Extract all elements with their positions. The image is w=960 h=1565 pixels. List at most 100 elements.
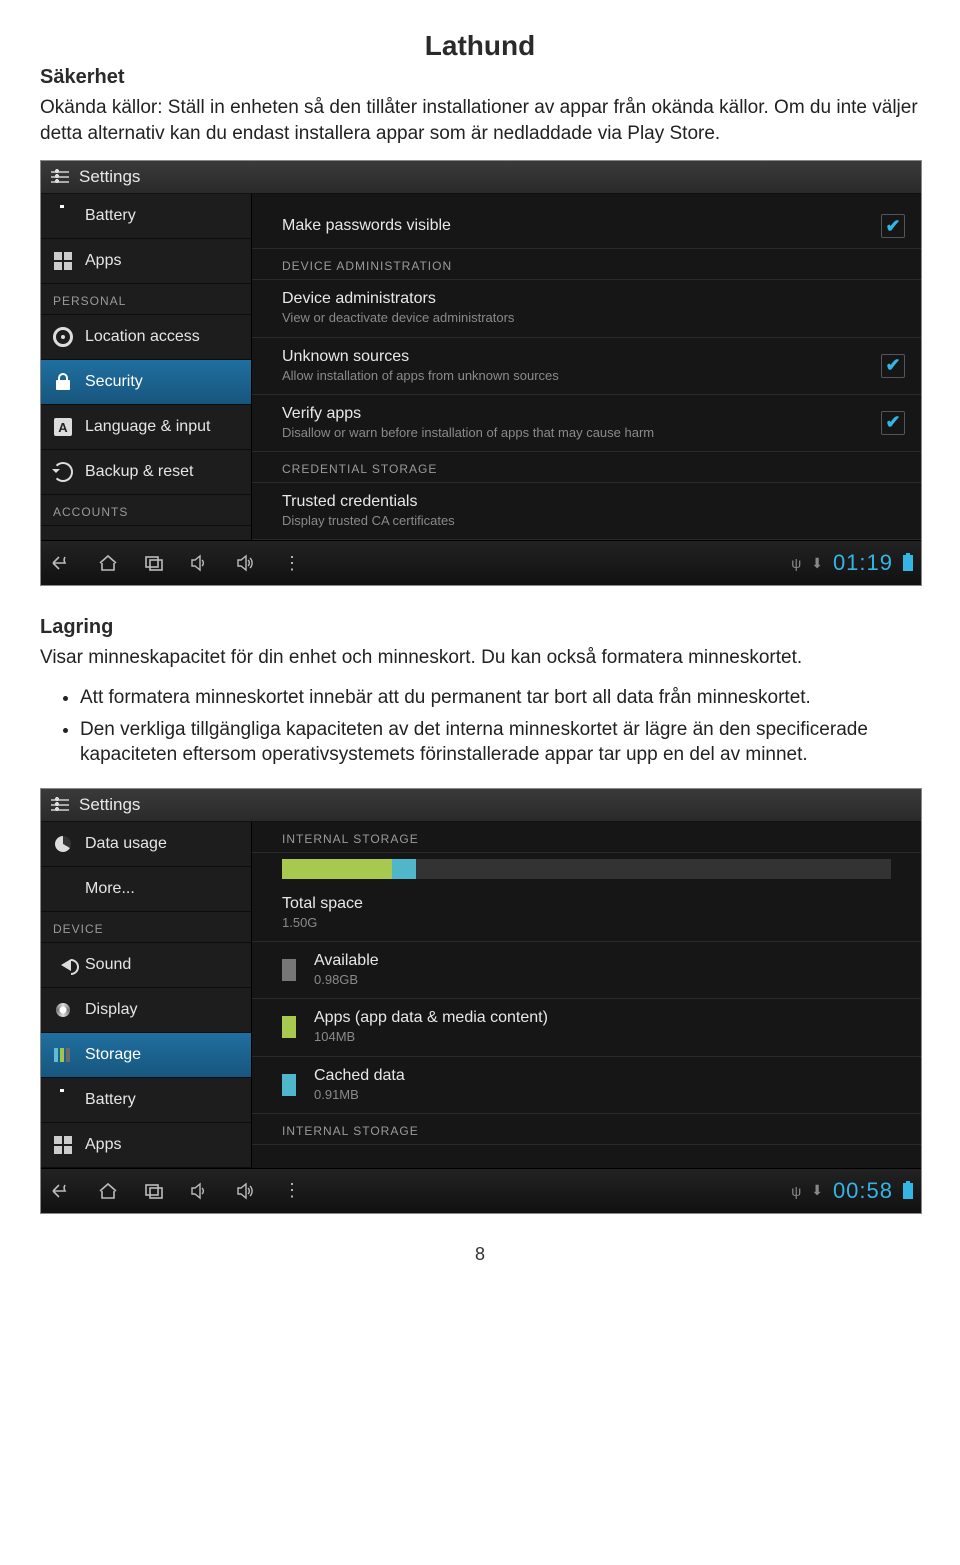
settings-sidebar: Data usage More... DEVICE Sound Display xyxy=(41,822,252,1168)
usage-seg-cache xyxy=(392,859,416,879)
apps-icon xyxy=(54,252,72,270)
color-chip-gray xyxy=(282,959,296,981)
sidebar-item-security[interactable]: Security xyxy=(41,360,251,405)
usb-icon: ψ xyxy=(791,555,801,571)
sidebar-label: Location access xyxy=(85,328,200,346)
sidebar-item-backup[interactable]: Backup & reset xyxy=(41,450,251,495)
row-title: Make passwords visible xyxy=(282,217,881,235)
sidebar-item-battery[interactable]: Battery xyxy=(41,194,251,239)
sidebar-label: Backup & reset xyxy=(85,463,194,481)
security-heading: Säkerhet xyxy=(40,66,920,89)
row-title: Unknown sources xyxy=(282,348,881,366)
sidebar-item-apps[interactable]: Apps xyxy=(41,1123,251,1168)
sidebar-label: Battery xyxy=(85,1091,136,1109)
row-title: Verify apps xyxy=(282,405,881,423)
row-subtitle: 1.50G xyxy=(282,915,905,931)
checkbox-icon[interactable]: ✔ xyxy=(881,214,905,238)
checkbox-icon[interactable]: ✔ xyxy=(881,411,905,435)
security-paragraph: Okända källor: Ställ in enheten så den t… xyxy=(40,95,920,146)
location-icon xyxy=(53,327,73,347)
row-title: Available xyxy=(314,952,905,970)
sidebar-label: Display xyxy=(85,1001,137,1019)
category-internal-storage: INTERNAL STORAGE xyxy=(252,822,921,853)
sidebar-item-data-usage[interactable]: Data usage xyxy=(41,822,251,867)
back-button[interactable] xyxy=(49,1180,75,1202)
bullet-item: Den verkliga tillgängliga kapaciteten av… xyxy=(80,717,920,768)
row-cached-data[interactable]: Cached data 0.91MB xyxy=(252,1057,921,1114)
row-subtitle: Allow installation of apps from unknown … xyxy=(282,368,881,384)
checkbox-icon[interactable]: ✔ xyxy=(881,354,905,378)
row-subtitle: 0.98GB xyxy=(314,972,905,988)
language-icon: A xyxy=(54,418,72,436)
home-button[interactable] xyxy=(95,552,121,574)
recent-apps-button[interactable] xyxy=(141,1180,167,1202)
sidebar-item-display[interactable]: Display xyxy=(41,988,251,1033)
row-device-admins[interactable]: Device administrators View or deactivate… xyxy=(252,280,921,337)
volume-up-button[interactable] xyxy=(233,1180,259,1202)
blank-icon xyxy=(53,879,73,899)
back-button[interactable] xyxy=(49,552,75,574)
volume-down-button[interactable] xyxy=(187,1180,213,1202)
settings-header: Settings xyxy=(41,161,921,194)
sidebar-item-sound[interactable]: Sound xyxy=(41,943,251,988)
usb-icon: ψ xyxy=(791,1183,801,1199)
volume-down-button[interactable] xyxy=(187,552,213,574)
settings-content: INTERNAL STORAGE Total space 1.50G Avail… xyxy=(252,822,921,1168)
row-total-space[interactable]: Total space 1.50G xyxy=(252,885,921,942)
settings-title: Settings xyxy=(79,795,140,815)
battery-status-icon xyxy=(903,1183,913,1199)
sidebar-item-location[interactable]: Location access xyxy=(41,315,251,360)
row-title: Total space xyxy=(282,895,905,913)
row-subtitle: View or deactivate device administrators xyxy=(282,310,905,326)
sidebar-label: Apps xyxy=(85,1136,121,1154)
settings-icon xyxy=(51,798,69,812)
sidebar-item-more[interactable]: More... xyxy=(41,867,251,912)
row-title: Device administrators xyxy=(282,290,905,308)
system-navbar: ⋮ ψ ⬇ 01:19 xyxy=(41,540,921,585)
battery-status-icon xyxy=(903,555,913,571)
sidebar-item-battery[interactable]: Battery xyxy=(41,1078,251,1123)
recent-apps-button[interactable] xyxy=(141,552,167,574)
settings-header: Settings xyxy=(41,789,921,822)
system-navbar: ⋮ ψ ⬇ 00:58 xyxy=(41,1168,921,1213)
row-verify-apps[interactable]: Verify apps Disallow or warn before inst… xyxy=(252,395,921,452)
row-passwords-visible[interactable]: Make passwords visible ✔ xyxy=(252,204,921,249)
category-credential: CREDENTIAL STORAGE xyxy=(252,452,921,483)
row-unknown-sources[interactable]: Unknown sources Allow installation of ap… xyxy=(252,338,921,395)
row-apps[interactable]: Apps (app data & media content) 104MB xyxy=(252,999,921,1056)
sidebar-item-apps[interactable]: Apps xyxy=(41,239,251,284)
sidebar-label: Sound xyxy=(85,956,131,974)
home-button[interactable] xyxy=(95,1180,121,1202)
settings-sidebar: Battery Apps PERSONAL Location access Se… xyxy=(41,194,252,540)
sidebar-label: More... xyxy=(85,880,135,898)
reset-icon xyxy=(53,462,73,482)
download-icon: ⬇ xyxy=(811,1182,823,1199)
sidebar-label: Data usage xyxy=(85,835,167,853)
row-trusted-credentials[interactable]: Trusted credentials Display trusted CA c… xyxy=(252,483,921,540)
row-title: Apps (app data & media content) xyxy=(314,1009,905,1027)
row-subtitle: Display trusted CA certificates xyxy=(282,513,905,529)
menu-button[interactable]: ⋮ xyxy=(279,552,305,574)
lock-icon xyxy=(56,380,70,390)
settings-icon xyxy=(51,170,69,184)
display-icon xyxy=(56,1003,70,1017)
color-chip-green xyxy=(282,1016,296,1038)
screenshot-security: Settings Battery Apps PERSONAL Location … xyxy=(40,160,922,586)
row-subtitle: Disallow or warn before installation of … xyxy=(282,425,881,441)
sidebar-label: Security xyxy=(85,373,143,391)
row-title: Cached data xyxy=(314,1067,905,1085)
sidebar-item-storage[interactable]: Storage xyxy=(41,1033,251,1078)
row-available[interactable]: Available 0.98GB xyxy=(252,942,921,999)
apps-icon xyxy=(54,1136,72,1154)
settings-content: Make passwords visible ✔ DEVICE ADMINIST… xyxy=(252,194,921,540)
sidebar-label: Storage xyxy=(85,1046,141,1064)
sidebar-category-accounts: ACCOUNTS xyxy=(41,495,251,526)
document-title: Lathund xyxy=(40,30,920,62)
storage-bullets: Att formatera minneskortet innebär att d… xyxy=(40,685,920,768)
menu-button[interactable]: ⋮ xyxy=(279,1180,305,1202)
volume-up-button[interactable] xyxy=(233,552,259,574)
color-chip-teal xyxy=(282,1074,296,1096)
sidebar-item-language[interactable]: A Language & input xyxy=(41,405,251,450)
sidebar-category-personal: PERSONAL xyxy=(41,284,251,315)
settings-title: Settings xyxy=(79,167,140,187)
